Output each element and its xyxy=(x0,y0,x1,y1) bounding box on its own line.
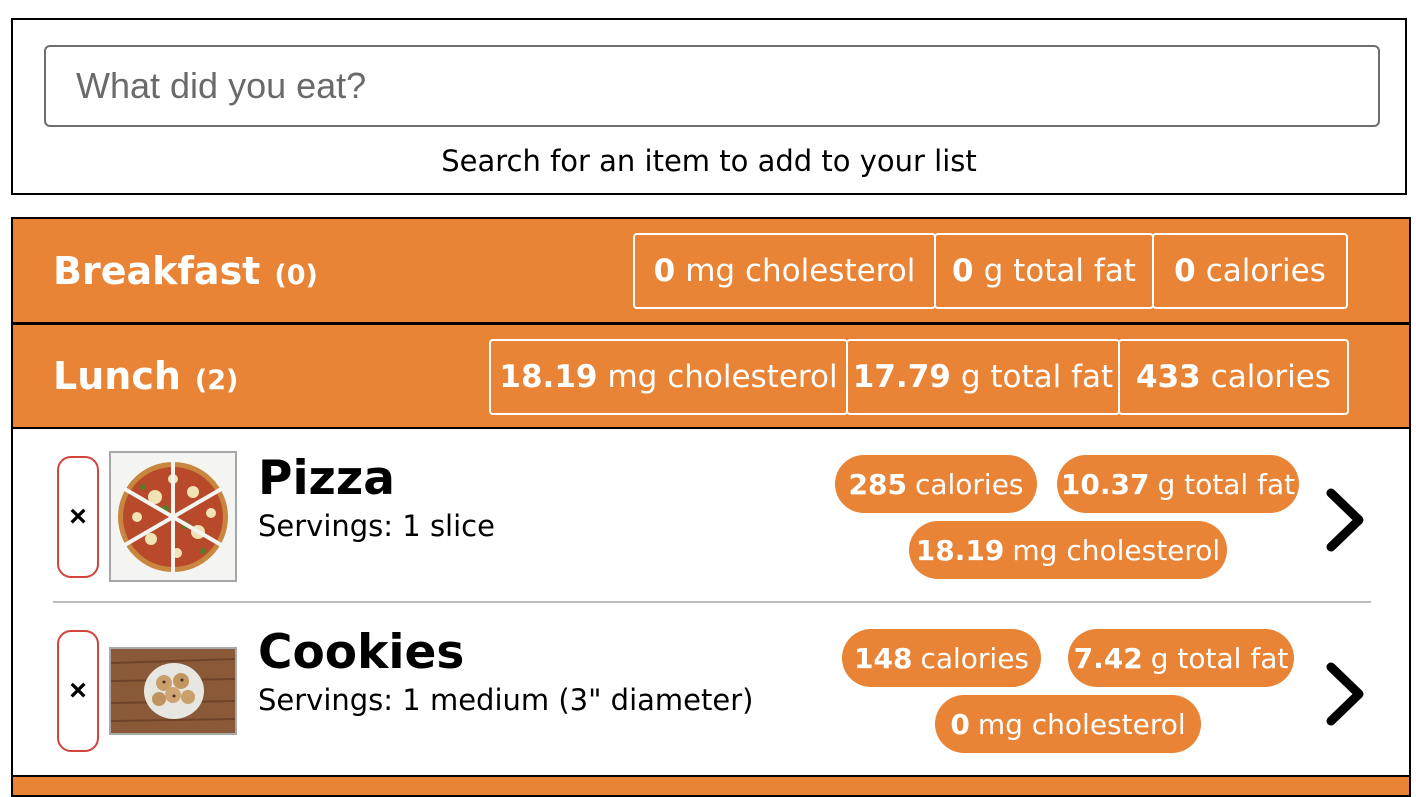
nutrient-value: 10.37 xyxy=(1060,467,1150,501)
stat-calories: 0 calories xyxy=(1152,233,1348,309)
stat-label: mg cholesterol xyxy=(607,359,838,395)
nutrient-label: mg cholesterol xyxy=(1012,533,1221,567)
meal-name: Breakfast xyxy=(53,249,261,293)
stat-total-fat: 17.79 g total fat xyxy=(846,339,1120,415)
nutrient-fat-pill: 7.42 g total fat xyxy=(1068,629,1294,687)
stat-label: g total fat xyxy=(960,359,1114,395)
food-item-cookies: × Cookies Servings: 1 medium (3" diamete… xyxy=(53,605,1371,775)
meal-stats: 18.19 mg cholesterol 17.79 g total fat 433… xyxy=(489,339,1349,415)
meal-count: (0) xyxy=(274,260,318,291)
search-input[interactable] xyxy=(44,45,1380,127)
pizza-photo-icon xyxy=(111,453,235,580)
stat-cholesterol: 18.19 mg cholesterol xyxy=(489,339,848,415)
nutrient-value: 18.19 xyxy=(915,533,1005,567)
cookies-photo-icon xyxy=(111,649,235,733)
food-serving: Servings: 1 slice xyxy=(258,509,495,543)
remove-item-button[interactable]: × xyxy=(57,630,99,752)
stat-label: calories xyxy=(1205,253,1326,289)
nutrient-label: g total fat xyxy=(1157,467,1296,501)
stat-cholesterol: 0 mg cholesterol xyxy=(633,233,936,309)
pizza-thumbnail xyxy=(109,451,237,582)
search-hint: Search for an item to add to your list xyxy=(441,144,977,178)
nutrient-cholesterol-pill: 18.19 mg cholesterol xyxy=(909,521,1227,579)
remove-item-button[interactable]: × xyxy=(57,456,99,578)
nutrient-label: calories xyxy=(920,641,1030,675)
meal-title: Breakfast (0) xyxy=(53,249,318,293)
stat-label: g total fat xyxy=(983,253,1136,289)
stat-label: calories xyxy=(1210,359,1331,395)
stat-value: 0 xyxy=(952,253,974,289)
meal-header-lunch[interactable]: Lunch (2) 18.19 mg cholesterol 17.79 g tota… xyxy=(13,325,1409,429)
search-panel: Search for an item to add to your list xyxy=(11,18,1407,195)
stat-value: 18.19 xyxy=(499,359,598,395)
nutrient-calories-pill: 148 calories xyxy=(842,629,1041,687)
nutrient-label: calories xyxy=(914,467,1024,501)
food-item-pizza: × Pizza Servings: 1 slice 285 calories 1… xyxy=(53,431,1371,603)
stat-value: 433 xyxy=(1136,359,1201,395)
cookies-thumbnail xyxy=(109,647,237,735)
nutrient-value: 0 xyxy=(950,707,970,741)
meals-panel: Breakfast (0) 0 mg cholesterol 0g total fa… xyxy=(11,217,1411,797)
nutrient-cholesterol-pill: 0 mg cholesterol xyxy=(935,695,1201,753)
nutrient-value: 7.42 xyxy=(1073,641,1143,675)
nutrient-label: mg cholesterol xyxy=(977,707,1186,741)
meal-title: Lunch (2) xyxy=(53,354,238,398)
food-serving: Servings: 1 medium (3" diameter) xyxy=(258,683,754,717)
meal-count: (2) xyxy=(194,365,239,396)
stat-total-fat: 0g total fat xyxy=(934,233,1154,309)
meal-stats: 0 mg cholesterol 0g total fat 0 calories xyxy=(633,233,1348,309)
nutrient-calories-pill: 285 calories xyxy=(835,455,1037,513)
nutrient-value: 148 xyxy=(853,641,913,675)
chevron-right-icon[interactable] xyxy=(1321,659,1371,729)
chevron-right-icon[interactable] xyxy=(1321,485,1371,555)
meal-header-breakfast[interactable]: Breakfast (0) 0 mg cholesterol 0g total fa… xyxy=(13,219,1409,325)
stat-value: 17.79 xyxy=(852,359,951,395)
stat-value: 0 xyxy=(1174,253,1196,289)
food-name: Cookies xyxy=(258,625,465,680)
nutrient-label: g total fat xyxy=(1150,641,1289,675)
stat-label: mg cholesterol xyxy=(685,253,916,289)
food-name: Pizza xyxy=(258,451,395,506)
nutrient-fat-pill: 10.37 g total fat xyxy=(1057,455,1299,513)
meal-name: Lunch xyxy=(53,354,181,398)
next-meal-header-strip[interactable] xyxy=(13,775,1409,795)
stat-value: 0 xyxy=(653,253,676,289)
nutrient-value: 285 xyxy=(848,467,907,501)
stat-calories: 433 calories xyxy=(1118,339,1349,415)
